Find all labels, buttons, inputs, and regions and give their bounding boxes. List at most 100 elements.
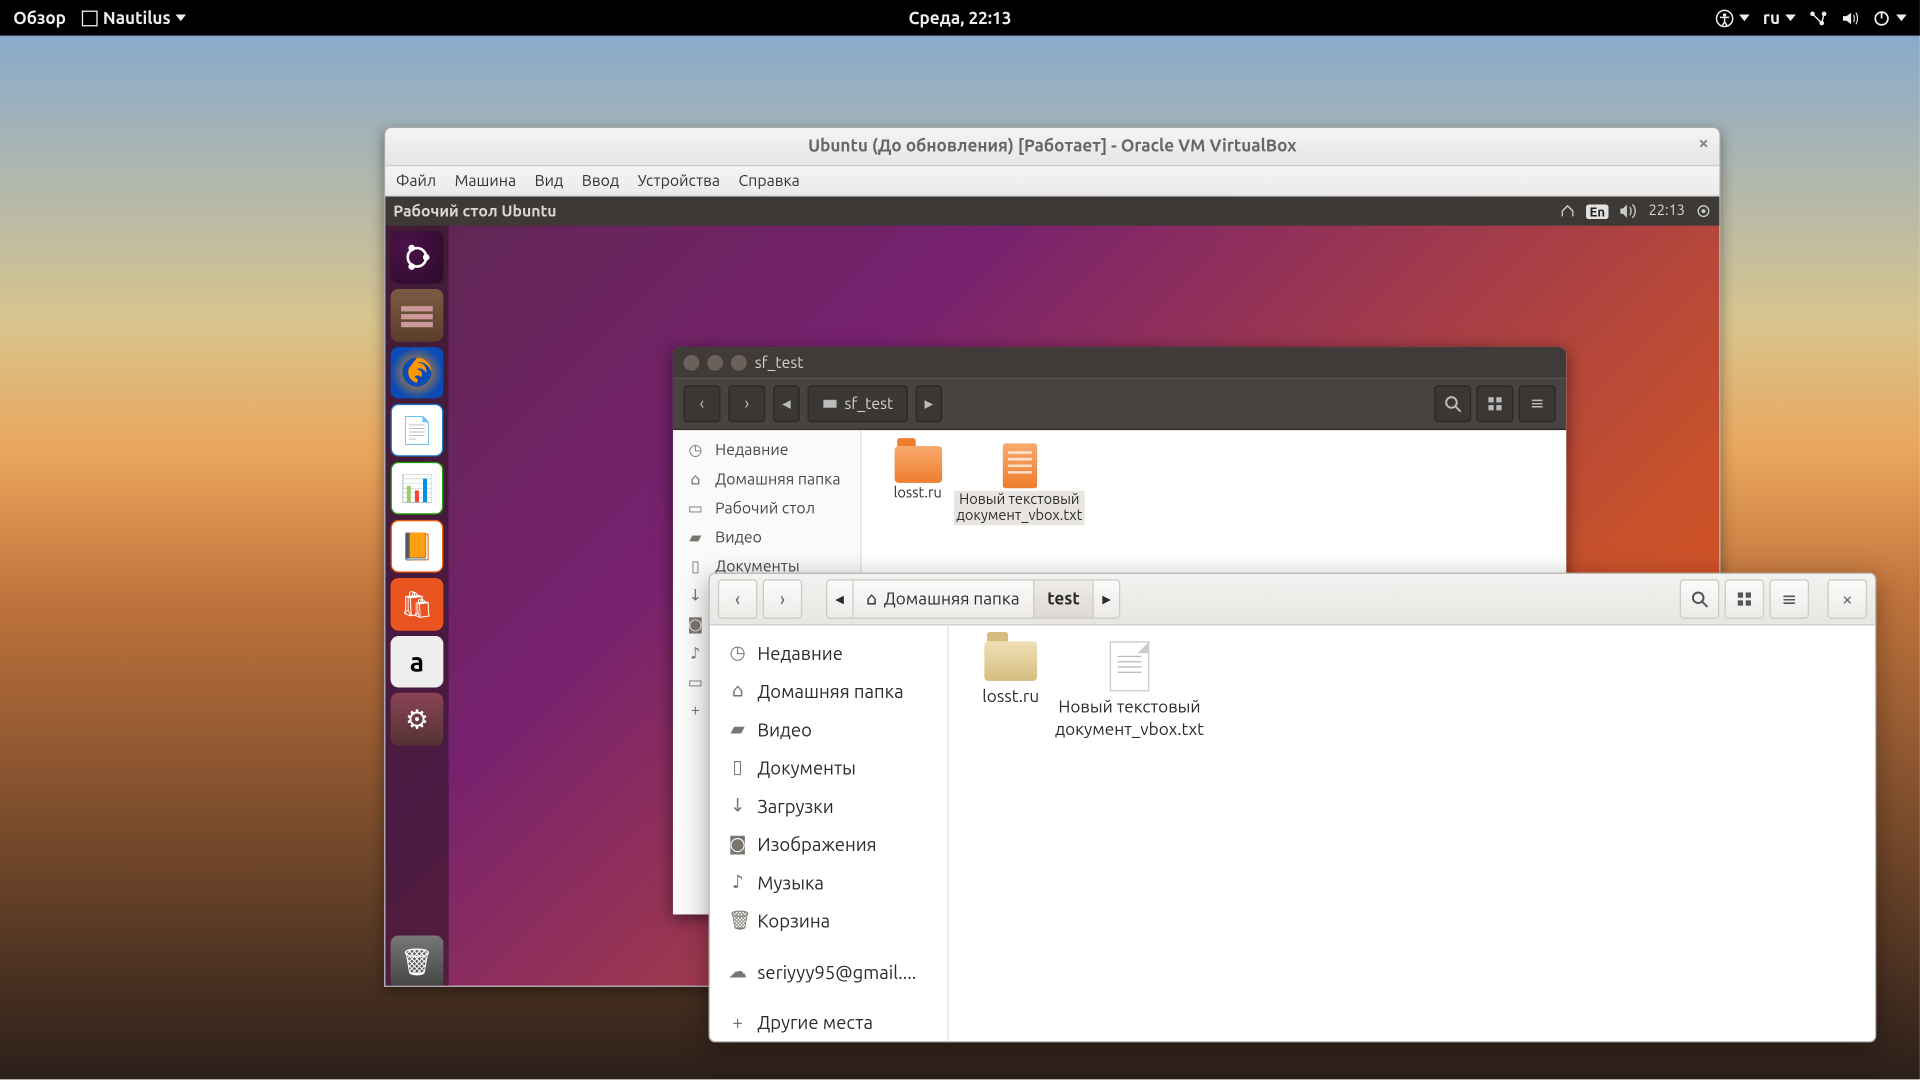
sidebar-item-home[interactable]: ⌂Домашняя папка xyxy=(673,464,860,493)
guest-nautilus-title: sf_test xyxy=(755,354,804,371)
minimize-icon[interactable] xyxy=(707,355,723,371)
host-nautilus-files[interactable]: losst.ru Новый текстовый документ_vbox.t… xyxy=(949,625,1875,1042)
trash-icon: 🗑 xyxy=(728,909,746,931)
menu-devices[interactable]: Устройства xyxy=(638,172,720,189)
close-icon[interactable] xyxy=(684,355,700,371)
software-launcher-icon[interactable]: 🛍 xyxy=(391,578,444,631)
forward-button[interactable]: › xyxy=(728,385,765,422)
sidebar-item-label: Загрузки xyxy=(757,795,833,816)
accessibility-menu[interactable] xyxy=(1715,9,1749,27)
close-icon[interactable]: × xyxy=(1698,132,1708,153)
folder-icon xyxy=(984,641,1037,681)
volume-indicator-icon[interactable] xyxy=(1620,203,1638,219)
sidebar-item-documents[interactable]: ▯Документы xyxy=(710,748,948,786)
music-icon: ♪ xyxy=(686,644,704,662)
path-chevron-right-icon[interactable]: ▸ xyxy=(916,385,942,422)
unity-panel: Рабочий стол Ubuntu En 22:13 xyxy=(385,197,1719,226)
search-button[interactable] xyxy=(1434,385,1471,422)
sidebar-item-trash[interactable]: 🗑Корзина xyxy=(710,901,948,939)
file-item-text[interactable]: Новый текстовый документ_vbox.txt xyxy=(976,443,1062,525)
path-chevron-left-icon[interactable]: ◂ xyxy=(773,385,799,422)
host-nautilus-headerbar[interactable]: ‹ › ◂ ⌂ Домашняя папка test ▸ ≡ × xyxy=(710,574,1875,625)
breadcrumb-current[interactable]: test xyxy=(1034,581,1094,618)
menu-file[interactable]: Файл xyxy=(396,172,436,189)
guest-nautilus-titlebar[interactable]: sf_test xyxy=(673,347,1566,379)
close-button[interactable]: × xyxy=(1828,579,1868,619)
back-button[interactable]: ‹ xyxy=(718,579,758,619)
file-item-folder[interactable]: losst.ru xyxy=(965,641,1057,708)
file-name: losst.ru xyxy=(982,686,1039,708)
sidebar-item-recent[interactable]: ◷Недавние xyxy=(710,633,948,671)
sidebar-item-videos[interactable]: ▰Видео xyxy=(710,710,948,748)
text-file-icon xyxy=(1110,641,1150,691)
path-segment[interactable]: sf_test xyxy=(808,385,908,422)
unity-clock[interactable]: 22:13 xyxy=(1649,203,1685,219)
video-icon: ▰ xyxy=(686,528,704,546)
calc-launcher-icon[interactable]: 📊 xyxy=(391,462,444,515)
video-icon: ▰ xyxy=(728,718,746,740)
forward-button[interactable]: › xyxy=(763,579,803,619)
search-button[interactable] xyxy=(1680,579,1720,619)
sidebar-item-pictures[interactable]: ◙Изображения xyxy=(710,825,948,863)
sidebar-item-downloads[interactable]: ↓Загрузки xyxy=(710,786,948,824)
impress-launcher-icon[interactable]: 📙 xyxy=(391,520,444,573)
image-icon: ◙ xyxy=(728,833,746,855)
menu-view[interactable]: Вид xyxy=(535,172,564,189)
hamburger-menu-button[interactable]: ≡ xyxy=(1769,579,1809,619)
menu-machine[interactable]: Машина xyxy=(455,172,517,189)
gear-icon[interactable] xyxy=(1696,203,1712,219)
unity-title: Рабочий стол Ubuntu xyxy=(393,203,556,220)
volume-icon[interactable] xyxy=(1841,9,1859,27)
app-menu[interactable]: Nautilus xyxy=(82,9,187,27)
camera-icon: ◙ xyxy=(686,615,704,633)
sidebar-item-label: Домашняя папка xyxy=(757,680,903,701)
sidebar-item-recent[interactable]: ◷Недавние xyxy=(673,435,860,464)
network-indicator-icon[interactable] xyxy=(1559,203,1575,219)
grid-view-button[interactable] xyxy=(1477,385,1514,422)
clock[interactable]: Среда, 22:13 xyxy=(908,9,1011,27)
path-chevron-left-icon[interactable]: ◂ xyxy=(827,581,853,618)
activities-button[interactable]: Обзор xyxy=(13,9,66,27)
file-item-folder[interactable]: losst.ru xyxy=(875,443,961,501)
sidebar-item-desktop[interactable]: ▭Рабочий стол xyxy=(673,493,860,522)
sidebar-item-label: Рабочий стол xyxy=(715,499,815,516)
menu-help[interactable]: Справка xyxy=(739,172,800,189)
trash-launcher-icon[interactable]: 🗑 xyxy=(391,936,444,987)
hamburger-menu-button[interactable]: ≡ xyxy=(1519,385,1556,422)
sidebar-item-account[interactable]: ☁seriyyy95@gmail.... xyxy=(710,953,948,991)
network-icon[interactable] xyxy=(1809,9,1827,27)
sidebar-item-label: Видео xyxy=(715,528,762,545)
chevron-down-icon xyxy=(176,15,187,22)
gnome-top-bar: Обзор Nautilus Среда, 22:13 ru xyxy=(0,0,1920,36)
vm-titlebar[interactable]: Ubuntu (До обновления) [Работает] - Orac… xyxy=(385,128,1719,166)
maximize-icon[interactable] xyxy=(731,355,747,371)
sidebar-item-videos[interactable]: ▰ Видео xyxy=(673,523,860,552)
sidebar-item-other-places[interactable]: +Другие места xyxy=(710,1004,948,1041)
amazon-launcher-icon[interactable]: a xyxy=(391,636,444,689)
vm-title-text: Ubuntu (До обновления) [Работает] - Orac… xyxy=(808,137,1296,155)
grid-view-button[interactable] xyxy=(1725,579,1765,619)
writer-launcher-icon[interactable]: 📄 xyxy=(391,404,444,457)
host-nautilus-sidebar: ◷Недавние ⌂ Домашняя папка ▰Видео ▯Докуме… xyxy=(710,625,949,1042)
menu-input[interactable]: Ввод xyxy=(582,172,619,189)
firefox-launcher-icon[interactable] xyxy=(391,346,444,399)
power-menu[interactable] xyxy=(1872,9,1906,27)
keyboard-layout[interactable]: ru xyxy=(1763,9,1796,27)
keyboard-indicator[interactable]: En xyxy=(1586,204,1610,219)
sidebar-item-music[interactable]: ♪Музыка xyxy=(710,863,948,901)
document-icon: ▯ xyxy=(686,557,704,575)
dash-icon[interactable] xyxy=(391,231,444,284)
drive-icon xyxy=(822,396,838,412)
home-icon: ⌂ xyxy=(728,680,746,702)
path-chevron-right-icon[interactable]: ▸ xyxy=(1094,581,1118,618)
breadcrumb-home[interactable]: ⌂ Домашняя папка xyxy=(853,581,1034,618)
chevron-down-icon xyxy=(1739,15,1750,22)
files-launcher-icon[interactable] xyxy=(391,289,444,342)
sidebar-item-label: Недавние xyxy=(757,642,843,663)
drive-icon: ▭ xyxy=(686,673,704,691)
sidebar-item-home[interactable]: ⌂ Домашняя папка xyxy=(710,672,948,710)
back-button[interactable]: ‹ xyxy=(684,385,721,422)
sidebar-item-label: seriyyy95@gmail.... xyxy=(757,961,916,982)
settings-launcher-icon[interactable]: ⚙ xyxy=(391,693,444,746)
file-item-text[interactable]: Новый текстовый документ_vbox.txt xyxy=(1083,641,1175,741)
